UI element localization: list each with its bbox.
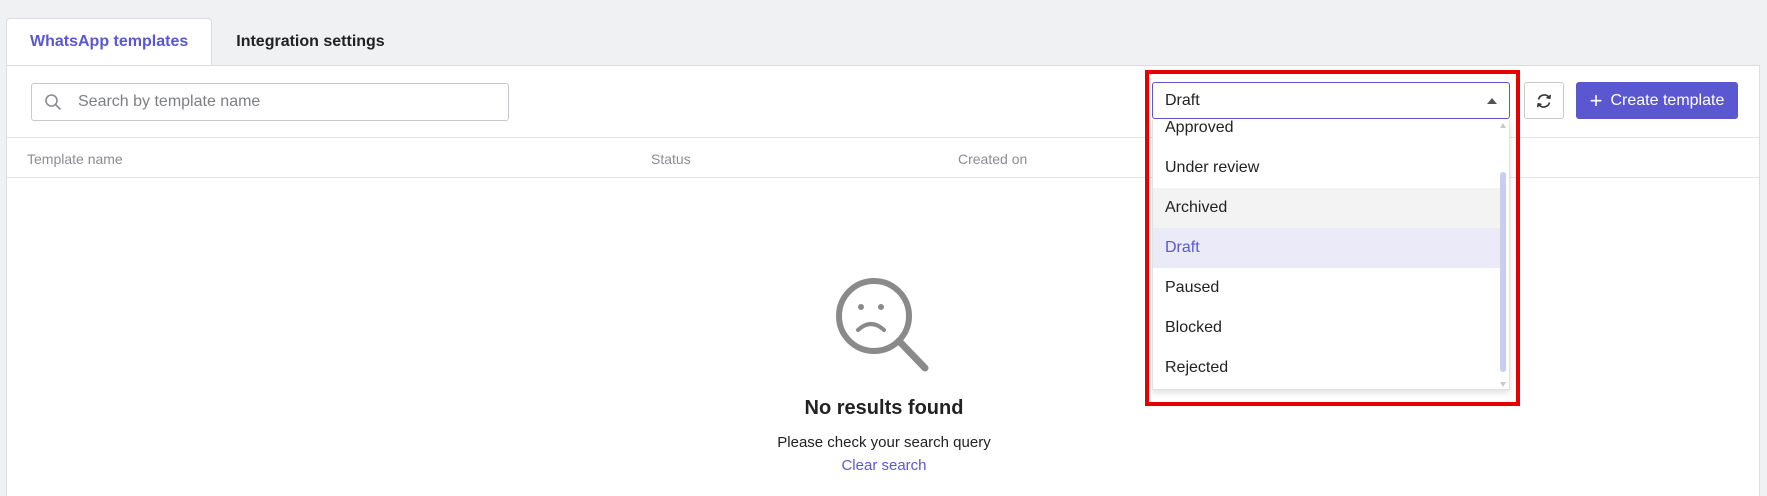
clear-search-link[interactable]: Clear search <box>841 457 926 474</box>
empty-title: No results found <box>804 397 964 419</box>
column-template-name[interactable]: Template name <box>27 151 123 167</box>
refresh-icon <box>1537 93 1551 108</box>
plus-icon: + <box>1589 87 1603 113</box>
option-under-review[interactable]: Under review <box>1153 148 1500 188</box>
option-paused[interactable]: Paused <box>1153 268 1500 308</box>
dropdown-scrollbar[interactable] <box>1499 120 1507 389</box>
search-input[interactable] <box>78 93 478 111</box>
option-rejected[interactable]: Rejected <box>1153 348 1500 388</box>
option-archived[interactable]: Archived <box>1153 188 1500 228</box>
option-blocked[interactable]: Blocked <box>1153 308 1500 348</box>
status-dropdown: Approved Under review Archived Draft Pau… <box>1152 120 1510 390</box>
tab-integration-settings[interactable]: Integration settings <box>212 18 408 65</box>
option-approved[interactable]: Approved <box>1153 120 1500 148</box>
status-select[interactable]: Draft <box>1152 82 1510 119</box>
column-status[interactable]: Status <box>651 151 691 167</box>
option-draft[interactable]: Draft <box>1153 228 1500 268</box>
refresh-button[interactable] <box>1524 82 1564 119</box>
search-icon <box>45 94 61 110</box>
caret-up-icon <box>1487 98 1497 104</box>
scroll-up-icon[interactable] <box>1500 123 1506 128</box>
empty-subtitle: Please check your search query <box>777 434 991 451</box>
create-template-label: Create template <box>1610 91 1725 109</box>
create-template-button[interactable]: + Create template <box>1576 82 1738 119</box>
tab-bar: WhatsApp templates Integration settings <box>6 18 409 65</box>
sad-magnifier-icon <box>836 278 929 372</box>
scrollbar-thumb[interactable] <box>1500 172 1506 372</box>
tab-whatsapp-templates[interactable]: WhatsApp templates <box>6 18 213 65</box>
status-select-value: Draft <box>1165 91 1200 109</box>
column-created-on[interactable]: Created on <box>958 151 1027 167</box>
scroll-down-icon[interactable] <box>1500 382 1506 387</box>
search-box[interactable] <box>31 83 509 121</box>
